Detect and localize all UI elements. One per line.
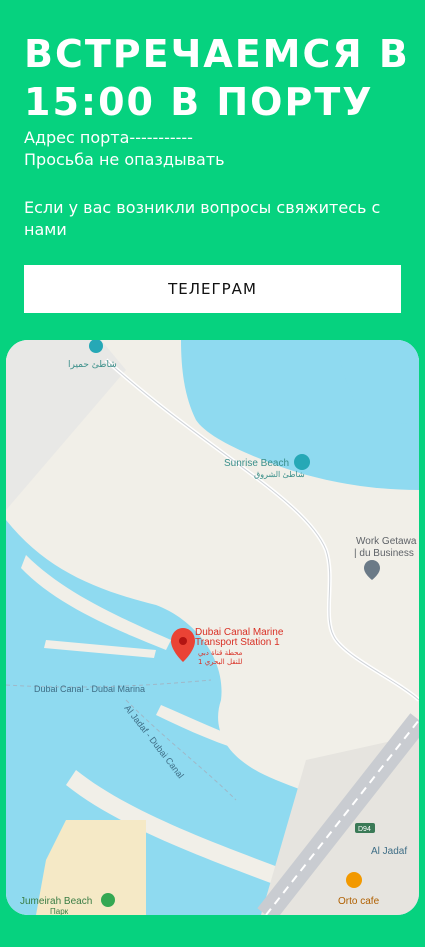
pin-label-2: Transport Station 1 [195, 637, 280, 648]
work-getaway-label-1: Work Getawa [356, 536, 417, 547]
location-map[interactable]: شاطئ حميرا Sunrise Beach شاطئ الشروق Wor… [6, 340, 419, 915]
page-title: ВСТРЕЧАЕМСЯ В 15:00 В ПОРТУ [24, 32, 410, 124]
punctuality-note: Просьба не опаздывать [24, 150, 225, 169]
pin-label-ar-2: للنقل البحري 1 [198, 658, 242, 666]
top-poi-label: شاطئ حميرا [68, 360, 117, 370]
telegram-button[interactable]: ТЕЛЕГРАМ [24, 265, 401, 313]
pin-label-ar-1: محطة قناة دبي [198, 649, 243, 657]
park-icon[interactable] [101, 893, 115, 907]
sunrise-beach-icon[interactable] [294, 454, 310, 470]
sunrise-beach-label: Sunrise Beach [224, 458, 289, 469]
sunrise-beach-ar-label: شاطئ الشروق [254, 470, 305, 479]
park-label: Парк [50, 907, 69, 915]
canal-label-1: Dubai Canal - Dubai Marina [34, 684, 145, 694]
contact-prompt: Если у вас возникли вопросы свяжитесь с … [24, 198, 381, 239]
cafe-icon[interactable] [346, 872, 362, 888]
svg-text:D94: D94 [358, 826, 371, 833]
jumeirah-beach-label: Jumeirah Beach [20, 896, 92, 907]
port-address: Адрес порта----------- [24, 128, 193, 147]
orto-cafe-label: Orto cafe [338, 896, 380, 907]
work-getaway-label-2: | du Business [354, 548, 414, 559]
al-jadaf-label: Al Jadaf [371, 846, 407, 857]
